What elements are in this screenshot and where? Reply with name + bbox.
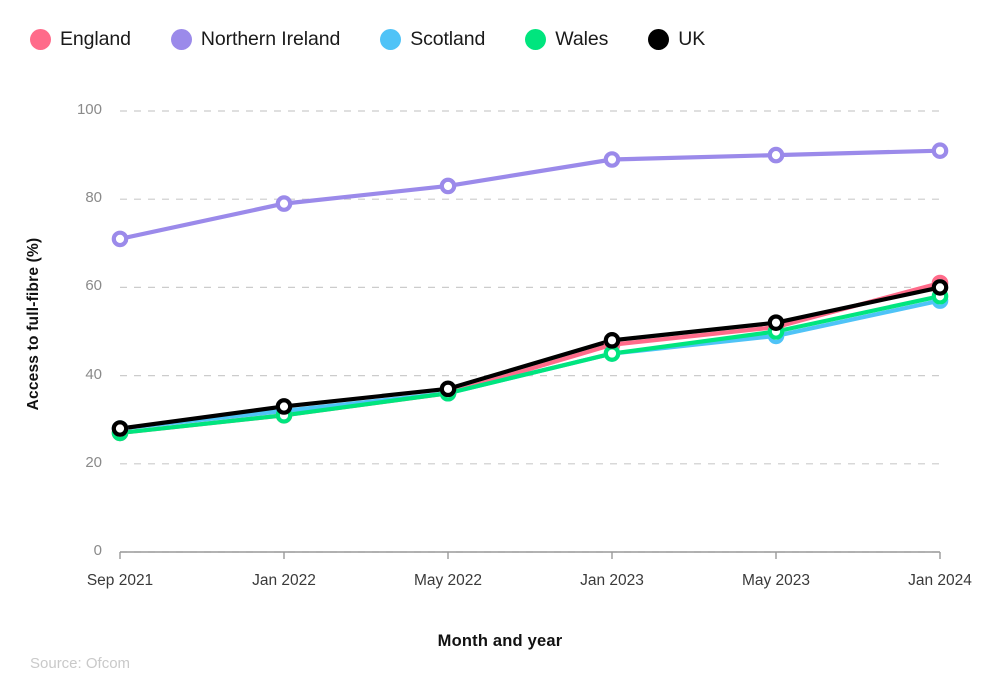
x-tick-label: May 2023 <box>741 572 811 589</box>
y-tick-label: 60 <box>85 277 102 295</box>
x-axis-title: Month and year <box>437 632 563 650</box>
data-point[interactable] <box>111 420 129 437</box>
series-lines <box>117 148 943 436</box>
data-point[interactable] <box>931 142 949 159</box>
y-tick-label: 20 <box>85 453 102 471</box>
x-tick-label: Jan 2023 <box>580 572 644 589</box>
x-tick-label: Jan 2024 <box>908 572 972 589</box>
data-point[interactable] <box>603 345 621 362</box>
y-tick-label: 100 <box>76 101 102 118</box>
data-point[interactable] <box>439 177 457 195</box>
data-point[interactable] <box>767 314 785 331</box>
plot-area: 0 20 40 60 80 100 Sep 2021 Jan 2022 May 2022 Jan… <box>0 0 1000 700</box>
y-axis-title: Access to full-fibre (%) <box>25 237 42 411</box>
data-point[interactable] <box>439 380 457 398</box>
y-tick-label: 0 <box>93 542 102 559</box>
series-line-northern-ireland <box>117 148 943 241</box>
data-point[interactable] <box>603 332 621 349</box>
full-fibre-access-chart: England Northern Ireland Scotland Wales … <box>0 0 1000 700</box>
data-point[interactable] <box>275 398 293 415</box>
gridlines <box>120 110 940 553</box>
x-tick-label: Jan 2022 <box>252 572 316 589</box>
x-tick-label: May 2022 <box>413 572 483 589</box>
data-point[interactable] <box>767 146 785 164</box>
x-axis-line <box>119 551 941 559</box>
source-note: Source: Ofcom <box>30 655 131 672</box>
y-tick-label: 80 <box>85 189 102 207</box>
data-point[interactable] <box>603 151 621 168</box>
series-line-uk <box>117 285 943 431</box>
data-point[interactable] <box>275 195 293 212</box>
data-point[interactable] <box>111 230 129 248</box>
series-markers <box>111 142 949 442</box>
plot-canvas <box>111 110 949 559</box>
y-tick-label: 40 <box>85 365 102 383</box>
x-tick-label: Sep 2021 <box>86 572 154 589</box>
data-point[interactable] <box>931 279 949 296</box>
